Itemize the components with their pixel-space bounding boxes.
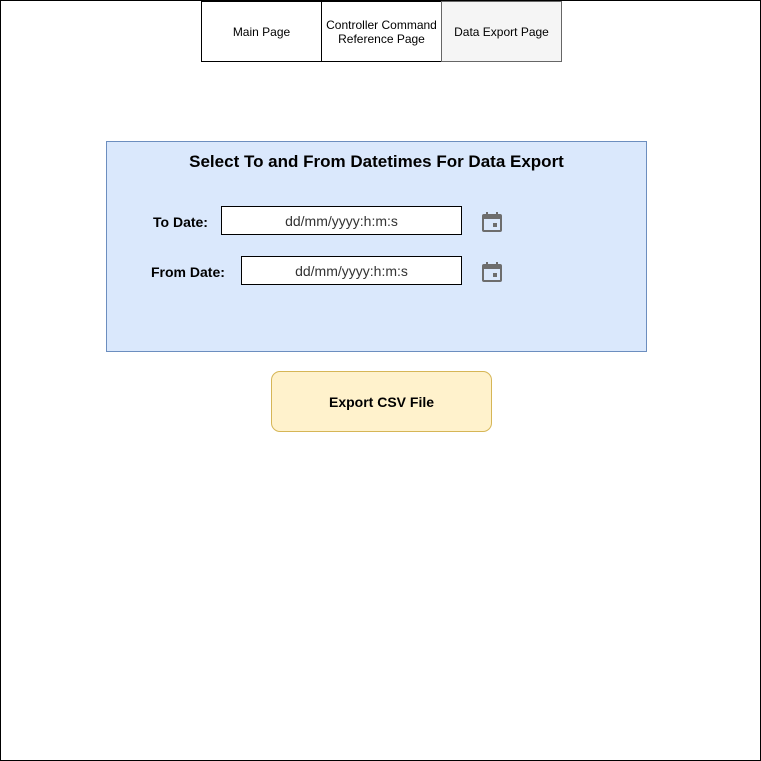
tab-main-page[interactable]: Main Page: [201, 1, 322, 62]
to-date-label: To Date:: [153, 214, 208, 230]
export-csv-button[interactable]: Export CSV File: [271, 371, 492, 432]
from-date-input[interactable]: [241, 256, 462, 285]
tab-label: Main Page: [232, 24, 291, 39]
datetime-selection-panel: Select To and From Datetimes For Data Ex…: [106, 141, 647, 352]
panel-title: Select To and From Datetimes For Data Ex…: [189, 152, 564, 171]
tab-controller-command-reference[interactable]: Controller Command Reference Page: [321, 1, 442, 62]
tab-bar: Main Page Controller Command Reference P…: [201, 1, 562, 62]
calendar-icon[interactable]: [481, 261, 503, 283]
calendar-icon[interactable]: [481, 211, 503, 233]
tab-data-export[interactable]: Data Export Page: [441, 1, 562, 62]
export-csv-button-label: Export CSV File: [328, 393, 435, 410]
tab-label: Controller Command Reference Page: [326, 17, 437, 46]
tab-label: Data Export Page: [454, 24, 549, 39]
from-date-label: From Date:: [151, 264, 225, 280]
to-date-input[interactable]: [221, 206, 462, 235]
page-frame: Main Page Controller Command Reference P…: [0, 0, 761, 761]
